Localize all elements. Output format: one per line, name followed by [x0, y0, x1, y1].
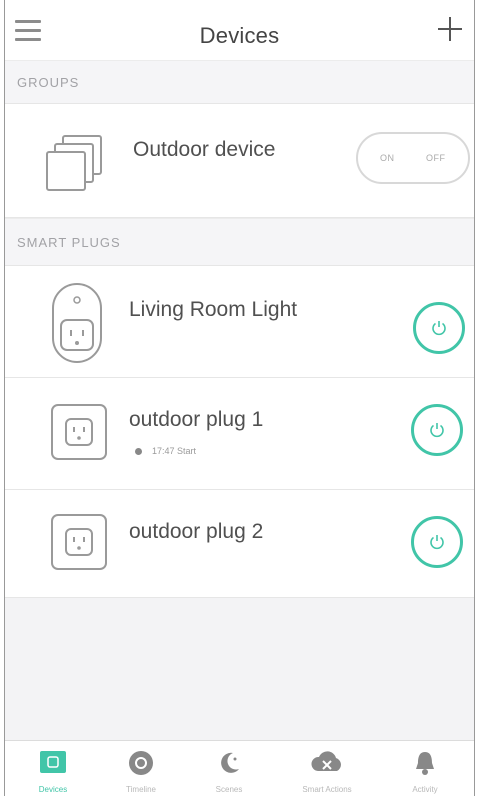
add-device-button[interactable]	[434, 13, 466, 45]
group-name: Outdoor device	[133, 138, 276, 161]
devices-screen: Devices GROUPS Outdoor device ON OFF SMA…	[4, 0, 475, 796]
outdoor-plug-icon	[51, 404, 107, 460]
schedule-text: 17:47 Start	[152, 446, 197, 456]
power-button-outdoor-plug-2[interactable]	[411, 516, 463, 568]
smart-actions-icon	[311, 751, 341, 771]
power-button-outdoor-plug-1[interactable]	[411, 404, 463, 456]
schedule-icon	[135, 448, 142, 456]
tab-activity[interactable]: Activity	[385, 741, 465, 796]
section-header-smart-plugs: SMART PLUGS	[5, 218, 474, 266]
smart-plug-icon	[52, 283, 102, 363]
device-name: outdoor plug 2	[129, 520, 264, 543]
tab-label: Timeline	[126, 785, 156, 794]
device-row-outdoor-plug-1[interactable]: outdoor plug 1	[5, 378, 474, 490]
power-icon	[432, 321, 446, 336]
tab-smart-actions[interactable]: Smart Actions	[287, 741, 367, 796]
bottom-tab-bar: Devices Timeline Scenes Smart Actions Ac…	[5, 740, 474, 796]
activity-bell-icon	[416, 752, 434, 775]
plus-icon	[438, 17, 462, 41]
tab-timeline[interactable]: Timeline	[101, 741, 181, 796]
tab-label: Activity	[412, 785, 438, 794]
outdoor-plug-icon	[51, 514, 107, 570]
device-row-living-room-light[interactable]: Living Room Light	[5, 266, 474, 378]
device-name: outdoor plug 1	[129, 408, 264, 431]
group-on-off-toggle: ON OFF	[356, 132, 470, 184]
power-icon	[430, 423, 444, 438]
tab-label: Smart Actions	[302, 785, 352, 794]
tab-label: Devices	[38, 785, 68, 794]
scenes-icon	[221, 752, 239, 773]
group-stack-icon	[46, 135, 102, 191]
device-row-outdoor-plug-2[interactable]: outdoor plug 2	[5, 490, 474, 598]
page-title: Devices	[199, 23, 280, 48]
tab-devices[interactable]: Devices	[13, 741, 93, 796]
tab-scenes[interactable]: Scenes	[189, 741, 269, 796]
group-on-button[interactable]: ON	[380, 153, 395, 163]
power-icon	[430, 535, 444, 550]
section-header-groups: GROUPS	[5, 60, 474, 104]
power-button-living-room-light[interactable]	[413, 302, 465, 354]
group-off-button[interactable]: OFF	[426, 153, 446, 163]
device-name: Living Room Light	[129, 298, 298, 321]
devices-icon	[40, 751, 66, 773]
timeline-icon	[129, 751, 153, 775]
schedule-status: 17:47 Start	[135, 446, 196, 456]
tab-label: Scenes	[215, 785, 243, 794]
